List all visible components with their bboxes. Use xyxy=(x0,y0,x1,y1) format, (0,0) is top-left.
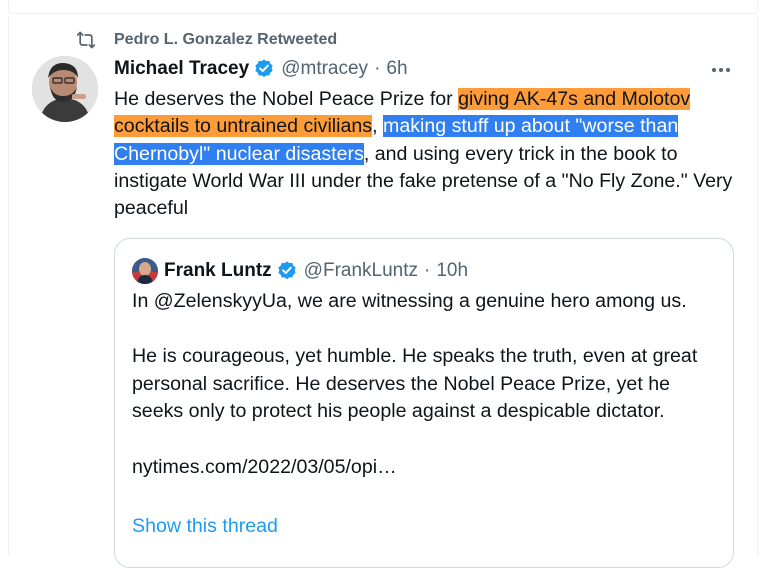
tweet-text: He deserves the Nobel Peace Prize for gi… xyxy=(114,86,744,222)
tweet-text-part2: , xyxy=(372,115,383,138)
author-handle[interactable]: @mtracey xyxy=(281,58,368,80)
quoted-author-avatar xyxy=(132,258,158,284)
author-avatar[interactable] xyxy=(32,56,98,122)
verified-badge-icon xyxy=(253,58,275,80)
tweet-header: Michael Tracey @mtracey · 6h xyxy=(114,56,726,82)
quoted-verified-badge-icon xyxy=(276,260,298,282)
quoted-link[interactable]: nytimes.com/2022/03/05/opi… xyxy=(132,454,722,482)
quoted-author-handle: @FrankLuntz xyxy=(303,260,419,281)
tweet-timestamp[interactable]: 6h xyxy=(386,58,407,80)
quoted-author-name: Frank Luntz xyxy=(164,260,272,281)
retweet-icon xyxy=(76,30,96,50)
author-name[interactable]: Michael Tracey xyxy=(114,58,249,80)
quoted-paragraph-2: He is courageous, yet humble. He speaks … xyxy=(132,345,698,423)
quoted-tweet-text: In @ZelenskyyUa, we are witnessing a gen… xyxy=(132,288,722,481)
retweet-label: Pedro L. Gonzalez Retweeted xyxy=(114,31,338,48)
quoted-separator-dot: · xyxy=(424,260,431,281)
quoted-tweet[interactable]: Frank Luntz @FrankLuntz · 10h In @Zelens… xyxy=(114,238,734,568)
separator-dot: · xyxy=(374,58,381,79)
previous-tweet-border xyxy=(8,0,758,14)
quoted-timestamp: 10h xyxy=(436,260,469,281)
tweet-text-part1: He deserves the Nobel Peace Prize for xyxy=(114,88,459,110)
more-options-icon[interactable] xyxy=(708,60,734,80)
show-thread-link[interactable]: Show this thread xyxy=(132,515,278,538)
quoted-tweet-header: Frank Luntz @FrankLuntz · 10h xyxy=(132,257,468,285)
quoted-paragraph-1: In @ZelenskyyUa, we are witnessing a gen… xyxy=(132,290,687,312)
retweet-context[interactable]: Pedro L. Gonzalez Retweeted xyxy=(76,29,337,51)
